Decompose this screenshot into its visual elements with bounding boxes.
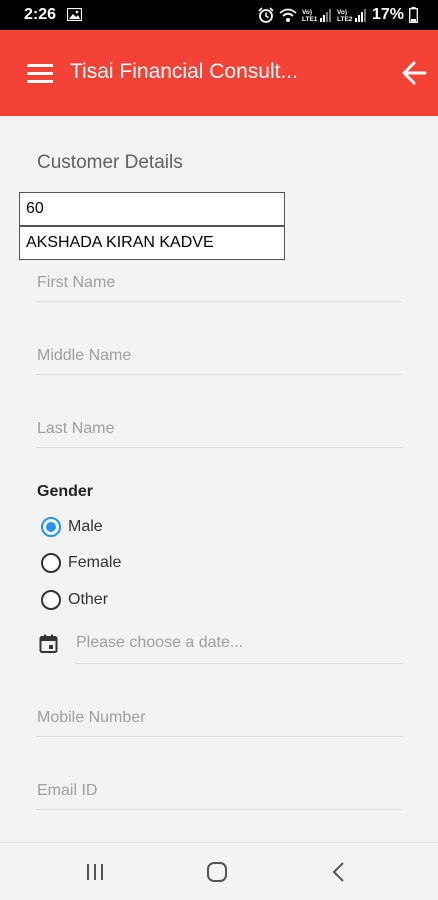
- gender-label: Gender: [37, 483, 94, 500]
- status-indicators: Vo) LTE1 Vo) LTE2 17%: [258, 6, 418, 24]
- status-time: 2:26: [24, 6, 57, 23]
- gallery-notification-icon: [67, 8, 82, 21]
- signal-1-icon: Vo) LTE1: [302, 9, 331, 23]
- email-placeholder: Email ID: [37, 782, 98, 799]
- signal-2-icon: Vo) LTE2: [337, 9, 366, 23]
- battery-icon: [409, 7, 418, 23]
- mobile-number-placeholder: Mobile Number: [37, 709, 146, 726]
- battery-percent: 17%: [371, 6, 404, 23]
- middle-name-placeholder: Middle Name: [37, 347, 132, 364]
- status-bar: 2:26 Vo) LTE1 Vo) LTE2 17%: [0, 0, 438, 30]
- svg-text:Vo): Vo): [337, 9, 347, 16]
- date-placeholder: Please choose a date...: [76, 634, 244, 651]
- gender-option-label: Female: [68, 554, 122, 571]
- svg-text:LTE2: LTE2: [337, 16, 353, 23]
- section-title: Customer Details: [37, 152, 183, 173]
- first-name-field[interactable]: First Name: [36, 266, 402, 302]
- customer-name-field[interactable]: AKSHADA KIRAN KADVE: [19, 226, 285, 260]
- calendar-icon[interactable]: [39, 634, 58, 653]
- customer-id-field[interactable]: 60: [19, 192, 285, 226]
- home-icon[interactable]: [205, 860, 229, 884]
- gender-radio-other[interactable]: Other: [41, 590, 108, 610]
- date-picker-field[interactable]: Please choose a date...: [75, 626, 402, 664]
- alarm-icon: [258, 7, 274, 23]
- recent-apps-icon[interactable]: [83, 860, 107, 884]
- gender-option-label: Male: [68, 518, 103, 535]
- gender-radio-male[interactable]: Male: [41, 517, 103, 537]
- menu-icon[interactable]: [27, 64, 55, 84]
- last-name-field[interactable]: Last Name: [36, 412, 402, 448]
- radio-checked-icon[interactable]: [41, 517, 61, 537]
- back-icon[interactable]: [327, 860, 351, 884]
- app-title: Tisai Financial Consult...: [70, 60, 298, 83]
- first-name-placeholder: First Name: [37, 274, 116, 291]
- radio-unchecked-icon[interactable]: [41, 590, 61, 610]
- system-nav-bar: [0, 842, 438, 900]
- gender-option-label: Other: [68, 591, 109, 608]
- wifi-icon: [279, 8, 297, 22]
- svg-text:Vo): Vo): [302, 9, 312, 16]
- back-arrow-icon[interactable]: [400, 59, 428, 87]
- last-name-placeholder: Last Name: [37, 420, 115, 437]
- svg-text:LTE1: LTE1: [302, 16, 318, 23]
- gender-radio-female[interactable]: Female: [41, 553, 121, 573]
- customer-form: Customer Details 60 AKSHADA KIRAN KADVE …: [0, 116, 438, 842]
- middle-name-field[interactable]: Middle Name: [36, 339, 402, 375]
- email-field[interactable]: Email ID: [36, 774, 402, 810]
- radio-unchecked-icon[interactable]: [41, 553, 61, 573]
- app-bar: Tisai Financial Consult...: [0, 30, 438, 116]
- mobile-number-field[interactable]: Mobile Number: [36, 701, 402, 737]
